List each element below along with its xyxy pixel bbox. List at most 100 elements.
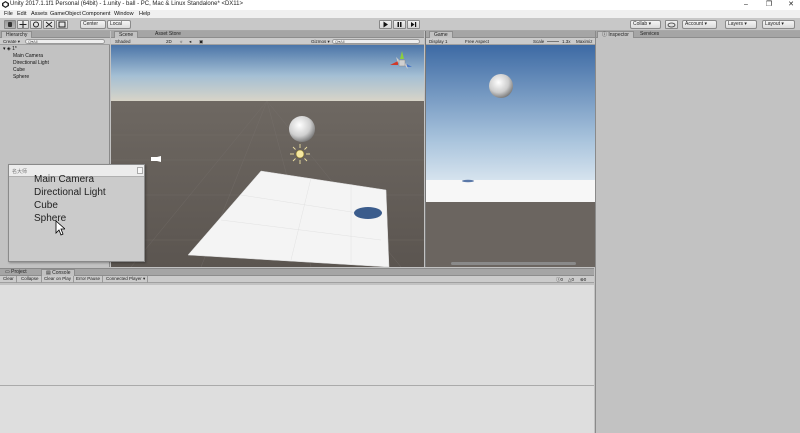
move-icon <box>19 21 27 28</box>
account-dropdown[interactable]: Account ▾ <box>682 20 717 29</box>
scene-viewport[interactable] <box>111 45 424 267</box>
hand-tool-button[interactable] <box>4 20 16 29</box>
maximize-toggle[interactable]: Maximiz <box>576 38 593 45</box>
menu-help[interactable]: Help <box>139 11 150 17</box>
scene-subbar: Shaded 2D ☼ ◂ ▣ Gizmos ▾ Q▾All <box>111 38 424 45</box>
menu-gameobject[interactable]: GameObject <box>50 11 81 17</box>
hierarchy-search-input[interactable]: Q▾All <box>25 39 105 44</box>
zoom-popup-title: 名大师 <box>12 169 28 175</box>
console-detail-area[interactable] <box>0 385 594 433</box>
zoom-item-directional-light: Directional Light <box>34 187 106 198</box>
tab-game[interactable]: Game <box>429 31 453 38</box>
game-tabbar: Game <box>426 31 595 38</box>
game-subbar: Display 1 Free Aspect Scale 1.3x Maximiz <box>426 38 595 45</box>
menu-file[interactable]: File <box>4 11 13 17</box>
minimize-button[interactable]: – <box>735 0 757 10</box>
zoom-popup: 名大师 Main Camera Directional Light Cube S… <box>8 164 145 262</box>
rect-tool-icon <box>58 21 66 28</box>
hierarchy-item-main-camera[interactable]: Main Camera <box>13 53 43 59</box>
menu-edit[interactable]: Edit <box>17 11 26 17</box>
close-button[interactable]: ✕ <box>780 0 800 10</box>
menu-component[interactable]: Component <box>82 11 110 17</box>
game-scrollbar[interactable] <box>451 262 576 265</box>
console-log-list[interactable] <box>0 285 594 385</box>
tab-hierarchy[interactable]: Hierarchy <box>1 31 33 38</box>
menu-window[interactable]: Window <box>114 11 134 17</box>
zoom-item-main-camera: Main Camera <box>34 174 95 185</box>
tab-services[interactable]: Services <box>636 31 663 38</box>
tab-asset-store[interactable]: Asset Store <box>151 31 185 38</box>
collab-dropdown[interactable]: Collab ▾ <box>630 20 661 29</box>
display-dropdown[interactable]: Display 1 <box>429 38 448 45</box>
hierarchy-tabbar: Hierarchy <box>0 31 110 38</box>
layout-label: Layout ▾ <box>765 21 784 27</box>
tab-project[interactable]: ▭ Project <box>1 269 31 276</box>
space-toggle[interactable]: Local <box>107 20 131 29</box>
services-tab-label: Services <box>640 31 660 37</box>
inspector-tab-label: Inspector <box>608 32 629 38</box>
game-sphere <box>489 74 513 98</box>
error-count-toggle[interactable]: ⊗0 <box>580 276 586 283</box>
log-count-toggle[interactable]: ⓘ0 <box>556 276 563 283</box>
directional-light-gizmo-icon[interactable] <box>290 144 310 164</box>
tab-scene[interactable]: Scene <box>114 31 139 38</box>
zoom-popup-close-icon[interactable] <box>137 167 143 174</box>
lighting-toggle-icon[interactable]: ☼ <box>179 38 183 45</box>
menu-assets[interactable]: Assets <box>31 11 48 17</box>
restore-button[interactable]: ❐ <box>758 0 780 10</box>
step-button[interactable] <box>407 20 420 29</box>
tab-console[interactable]: ▤ Console <box>41 269 76 276</box>
hierarchy-item-cube[interactable]: Cube <box>13 67 25 73</box>
pivot-toggle[interactable]: Center <box>80 20 106 29</box>
title-bar: Unity 2017.1.1f1 Personal (64bit) - 1.un… <box>0 0 800 10</box>
clear-on-play-button[interactable]: Clear on Play <box>42 276 75 283</box>
scene-panel: Scene Asset Store Shaded 2D ☼ ◂ ▣ Gizmos… <box>111 31 424 267</box>
create-dropdown[interactable]: Create ▾ <box>3 38 20 45</box>
window-title: Unity 2017.1.1f1 Personal (64bit) - 1.un… <box>10 1 244 7</box>
pivot-label: Center <box>83 21 99 27</box>
rotate-icon <box>33 21 39 28</box>
pause-button[interactable] <box>393 20 406 29</box>
layers-label: Layers ▾ <box>728 21 747 27</box>
error-pause-button[interactable]: Error Pause <box>74 276 104 283</box>
mouse-cursor-icon <box>55 220 65 236</box>
shading-dropdown[interactable]: Shaded <box>115 38 131 45</box>
move-tool-button[interactable] <box>17 20 29 29</box>
hierarchy-item-directional-light[interactable]: Directional Light <box>13 60 49 66</box>
effects-toggle-icon[interactable]: ▣ <box>199 38 203 45</box>
layers-dropdown[interactable]: Layers ▾ <box>725 20 757 29</box>
mode-2d-toggle[interactable]: 2D <box>166 38 172 45</box>
play-button[interactable] <box>379 20 392 29</box>
tab-inspector[interactable]: ⓘ Inspector <box>597 31 634 38</box>
layout-dropdown[interactable]: Layout ▾ <box>762 20 795 29</box>
scale-label: Scale <box>533 39 545 44</box>
scale-icon <box>45 21 53 28</box>
scale-tool-button[interactable] <box>43 20 55 29</box>
game-viewport[interactable] <box>426 45 595 267</box>
warning-count-toggle[interactable]: △0 <box>568 276 574 283</box>
rotate-tool-button[interactable] <box>30 20 42 29</box>
clear-button[interactable]: Clear <box>1 276 17 283</box>
expand-arrow-icon: ▾ <box>3 46 6 52</box>
gizmos-dropdown[interactable]: Gizmos ▾ <box>311 38 330 45</box>
console-tabbar: ▭ Project ▤ Console <box>0 269 594 276</box>
scene-tabbar: Scene Asset Store <box>111 31 424 38</box>
game-panel: Game Display 1 Free Aspect Scale 1.3x Ma… <box>425 31 595 267</box>
scene-root-item[interactable]: ▾ ◈ 1* <box>3 46 17 52</box>
hierarchy-subbar: Create ▾ Q▾All <box>0 38 110 45</box>
rect-tool-button[interactable] <box>56 20 68 29</box>
aspect-dropdown[interactable]: Free Aspect <box>465 38 489 45</box>
hierarchy-item-sphere[interactable]: Sphere <box>13 74 29 80</box>
sphere-object[interactable] <box>289 116 315 142</box>
cloud-icon <box>667 22 676 28</box>
cloud-button[interactable] <box>665 20 678 29</box>
asset-store-tab-label: Asset Store <box>155 31 181 37</box>
scene-search-placeholder: Q▾All <box>335 39 345 44</box>
collapse-button[interactable]: Collapse <box>19 276 42 283</box>
connected-player-dropdown[interactable]: Connected Player ▾ <box>104 276 149 283</box>
scene-search-input[interactable]: Q▾All <box>332 39 420 44</box>
audio-toggle-icon[interactable]: ◂ <box>189 38 191 45</box>
scale-slider[interactable] <box>547 41 559 42</box>
account-label: Account ▾ <box>685 21 707 27</box>
warning-count: 0 <box>571 277 574 282</box>
